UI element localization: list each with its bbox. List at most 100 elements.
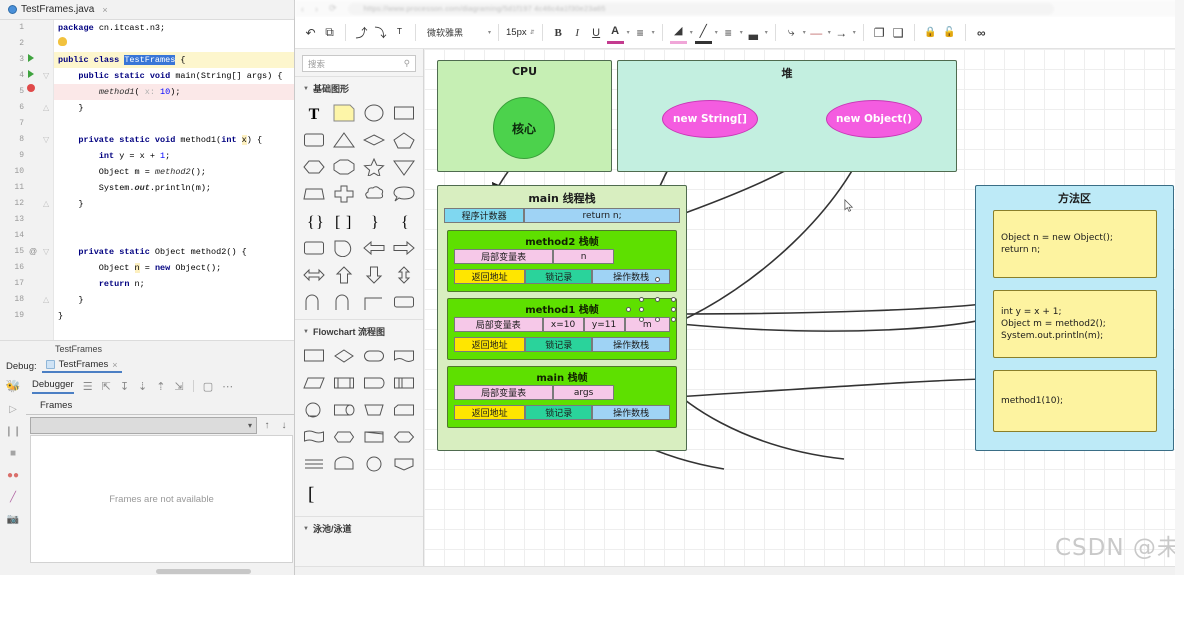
shape-manual-input-icon[interactable] <box>361 425 388 449</box>
shape-corner-arrow-icon[interactable] <box>361 290 388 314</box>
return-address-cell[interactable]: 返回地址 <box>454 337 526 352</box>
shape-circle-icon[interactable] <box>361 101 388 125</box>
stop-program-icon[interactable]: ■ <box>6 448 20 459</box>
shape-or-circle-icon[interactable] <box>361 452 388 476</box>
shape-rounded-rect-icon[interactable] <box>301 128 328 152</box>
line-style-button[interactable]: ≡ <box>720 22 737 44</box>
code-text-area[interactable]: package cn.itcast.n3; public class TestF… <box>54 20 294 340</box>
shape-hexagon-icon[interactable] <box>301 155 328 179</box>
program-counter-row[interactable]: 程序计数器 return n; <box>444 208 680 223</box>
heap-object-new-string[interactable]: new String[] <box>662 100 758 138</box>
format-brush-icon[interactable]: ᵀ <box>391 22 408 44</box>
shape-u-turn-icon[interactable] <box>331 290 358 314</box>
line-color-button[interactable]: ╱ <box>694 22 712 44</box>
shape-card-icon[interactable] <box>301 236 328 260</box>
resume-program-icon[interactable]: ▷ <box>6 404 20 415</box>
run-to-cursor-icon[interactable]: ⇲ <box>174 380 183 393</box>
code-line-intention[interactable] <box>54 36 294 52</box>
shape-terminator-icon[interactable] <box>361 344 388 368</box>
search-input[interactable]: 搜索 ⚲ <box>302 55 416 72</box>
main-thread-stack-box[interactable]: main 线程栈 程序计数器 return n; method2 栈帧 局部变量… <box>437 185 687 451</box>
connector-arrow-icon[interactable]: → <box>833 22 850 44</box>
evaluate-expression-icon[interactable]: ▢ <box>203 380 213 393</box>
return-address-cell[interactable]: 返回地址 <box>454 269 526 284</box>
shape-arrow-bidirectional-icon[interactable] <box>301 263 328 287</box>
shape-manual-operation-icon[interactable] <box>361 398 388 422</box>
selection-handle[interactable] <box>655 297 660 302</box>
shape-cross-icon[interactable] <box>331 182 358 206</box>
shape-arrow-left-icon[interactable] <box>361 236 388 260</box>
pause-program-icon[interactable]: ❙❙ <box>5 426 22 437</box>
step-into-icon[interactable]: ⇣ <box>138 380 147 393</box>
selection-handle[interactable] <box>639 297 644 302</box>
reload-icon[interactable]: ⟳ <box>329 3 337 14</box>
shape-predefined-process-icon[interactable] <box>331 371 358 395</box>
lock-record-cell[interactable]: 锁记录 <box>525 337 593 352</box>
fill-color-button[interactable]: ◢ <box>669 22 687 44</box>
thread-select[interactable]: ▾ <box>30 416 257 434</box>
selection-handle[interactable] <box>671 317 676 322</box>
tab-frames[interactable]: Frames <box>26 397 294 415</box>
connector-line-icon[interactable]: — <box>808 22 825 44</box>
bold-button[interactable]: B <box>550 22 567 44</box>
local-var-cell[interactable]: x=10 <box>542 317 584 332</box>
shape-arrow-right-icon[interactable] <box>390 236 417 260</box>
cpu-core-node[interactable]: 核心 <box>493 97 555 159</box>
rerun-debug-icon[interactable]: 🐝 <box>6 379 21 393</box>
diagram-canvas[interactable]: CPU 核心 堆 new String[] new Object() main … <box>424 49 1184 575</box>
url-input[interactable]: https://www.processon.com/diagraming/5d1… <box>347 2 1054 15</box>
fold-icon[interactable]: △ <box>43 292 49 308</box>
force-step-into-icon[interactable]: ⇡ <box>156 380 165 393</box>
shape-diamond-icon[interactable] <box>361 128 388 152</box>
chevron-down-icon[interactable]: ▾ <box>715 29 718 36</box>
fold-icon[interactable]: △ <box>43 196 49 212</box>
frame-down-icon[interactable]: ↓ <box>277 420 291 431</box>
local-var-cell[interactable]: args <box>553 385 614 400</box>
shape-lines-icon[interactable] <box>301 452 328 476</box>
shape-internal-storage-icon[interactable] <box>361 371 388 395</box>
shape-star-icon[interactable] <box>361 155 388 179</box>
line-width-button[interactable]: ▃ <box>745 22 762 44</box>
shape-process-icon[interactable] <box>301 344 328 368</box>
close-icon[interactable]: × <box>102 5 107 15</box>
shape-document-icon[interactable] <box>390 344 417 368</box>
shape-rectangle-icon[interactable] <box>390 101 417 125</box>
shape-u-turn-left-icon[interactable] <box>301 290 328 314</box>
heap-box[interactable]: 堆 new String[] new Object() <box>617 60 957 172</box>
local-var-cell-selected[interactable]: m <box>624 317 670 332</box>
lock-icon[interactable]: 🔒 <box>922 22 939 44</box>
selection-handle[interactable] <box>671 307 676 312</box>
chevron-down-icon[interactable]: ▾ <box>740 29 743 36</box>
shape-parallelogram-icon[interactable] <box>301 371 328 395</box>
chevron-down-icon[interactable]: ▾ <box>488 29 491 36</box>
text-align-button[interactable]: ≡ <box>632 22 649 44</box>
local-var-cell[interactable]: y=11 <box>583 317 625 332</box>
shape-note-icon[interactable] <box>331 101 358 125</box>
rotate-handle[interactable] <box>655 277 660 282</box>
shape-brace-left-icon[interactable]: {} <box>301 209 328 233</box>
shape-bracket-left-icon[interactable]: [] <box>331 209 358 233</box>
fold-icon[interactable]: ▽ <box>43 68 49 84</box>
shape-octagon-icon[interactable] <box>331 155 358 179</box>
run-gutter-icon[interactable] <box>28 52 34 68</box>
section-header-flowchart[interactable]: ▼ Flowchart 流程图 <box>295 319 423 342</box>
shape-stored-data-icon[interactable] <box>390 371 417 395</box>
code-editor[interactable]: 1 2 3 4 5 6 7 8 9 10 11 12 13 14 15 16 1… <box>0 20 294 340</box>
bring-to-front-icon[interactable]: ❐ <box>871 22 888 44</box>
shape-preparation-icon[interactable] <box>331 425 358 449</box>
editor-tab-testframes[interactable]: TestFrames.java × <box>8 4 108 15</box>
shape-bracket-open-icon[interactable]: [ <box>301 481 328 505</box>
font-family-select[interactable]: 微软雅黑 <box>423 26 485 39</box>
font-color-button[interactable]: A <box>606 22 624 44</box>
stack-frame-main[interactable]: main 栈帧 局部变量表 args 返回地址 锁记录 操作数栈 <box>447 366 677 428</box>
italic-button[interactable]: I <box>569 22 586 44</box>
chevron-down-icon[interactable]: ▾ <box>803 29 806 36</box>
step-over-icon[interactable]: ↧ <box>120 380 129 393</box>
underline-button[interactable]: U <box>588 22 605 44</box>
stepper-icon[interactable]: ⇵ <box>530 29 535 36</box>
shape-pentagon-icon[interactable] <box>390 128 417 152</box>
paste-style-icon[interactable]: ⧉ <box>321 22 338 44</box>
shape-brace-right-icon[interactable]: } <box>361 209 388 233</box>
shape-cloud-icon[interactable] <box>361 182 388 206</box>
curve-undo-icon[interactable]: ⤴ <box>353 22 370 44</box>
